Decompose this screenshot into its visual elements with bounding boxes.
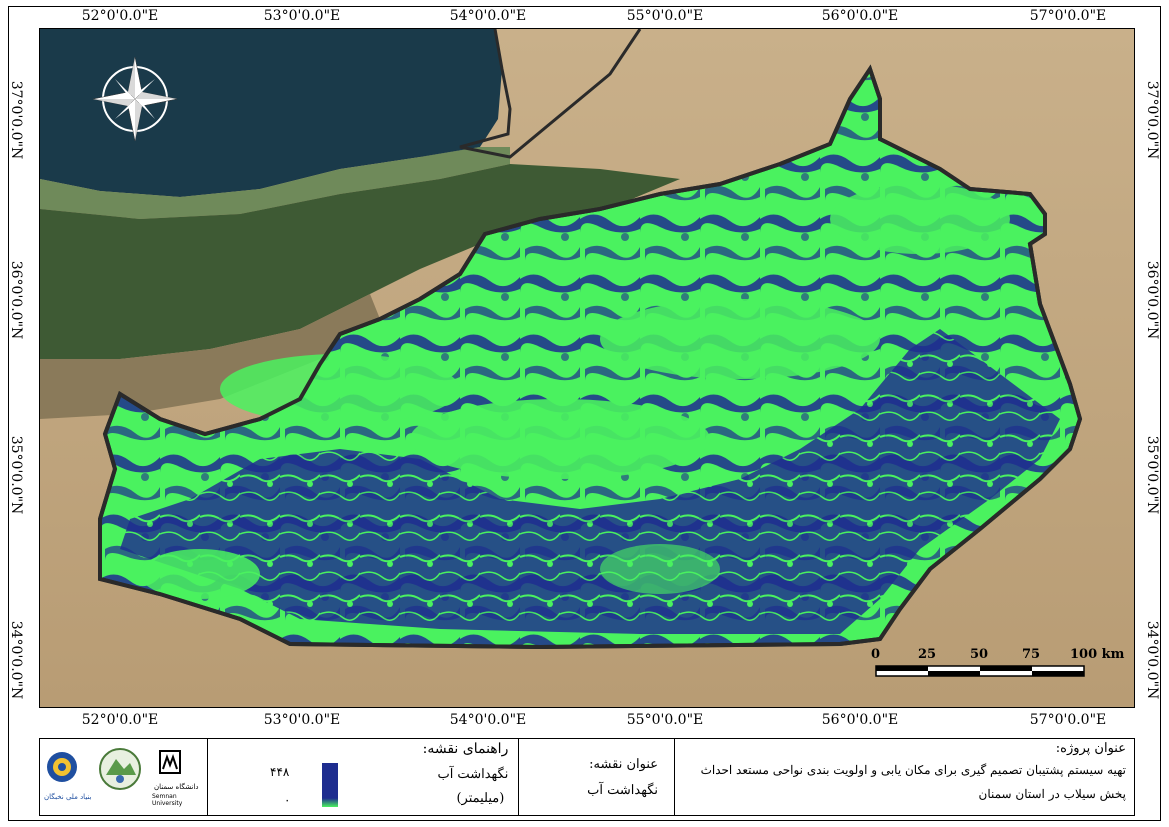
top-longitude-label: 53°0'0.0"E (263, 8, 341, 24)
map-title-value: نگهداشت آب (587, 783, 658, 798)
legend-panel: بنیاد ملی نخبگان دانشگاه سمنان Semnan Un… (39, 738, 1135, 816)
research-logo-icon (99, 748, 141, 790)
project-label: عنوان پروژه: (1055, 741, 1126, 756)
university-logo-icon (159, 750, 181, 774)
legend-color-ramp (322, 763, 338, 807)
logos-section: بنیاد ملی نخبگان دانشگاه سمنان Semnan Un… (40, 739, 208, 815)
top-longitude-label: 56°0'0.0"E (821, 8, 899, 24)
legend-section: راهنمای نقشه: نگهداشت آب (میلیمتر) ۴۴۸ ۰ (208, 739, 520, 815)
scale-label-0: 0 (871, 647, 881, 662)
legend-item-unit: (میلیمتر) (456, 791, 505, 806)
scale-label-50: 50 (970, 647, 989, 662)
map-canvas[interactable]: 0 25 50 75 100 km (39, 28, 1135, 708)
legend-item-label: نگهداشت آب (437, 767, 509, 782)
scale-bar (875, 665, 1085, 677)
legend-title: راهنمای نقشه: (422, 741, 509, 757)
project-line-1: تهیه سیستم پشتیبان تصمیم گیری برای مکان … (700, 763, 1126, 777)
bottom-longitude-label: 56°0'0.0"E (821, 712, 899, 728)
legend-max-value: ۴۴۸ (270, 765, 290, 779)
foundation-name: بنیاد ملی نخبگان (44, 793, 92, 801)
top-longitude-label: 57°0'0.0"E (1029, 8, 1107, 24)
map-title-section: عنوان نقشه: نگهداشت آب (519, 739, 675, 815)
foundation-logo-icon (47, 752, 77, 782)
left-latitude-label: 37°0'0.0"N (8, 80, 24, 160)
top-longitude-label: 52°0'0.0"E (81, 8, 159, 24)
scale-label-100: 100 km (1070, 647, 1125, 662)
project-line-2: پخش سیلاب در استان سمنان (978, 787, 1126, 801)
scale-label-25: 25 (918, 647, 937, 662)
legend-min-value: ۰ (284, 793, 291, 807)
right-latitude-label: 36°0'0.0"N (1144, 260, 1160, 340)
left-latitude-label: 36°0'0.0"N (8, 260, 24, 340)
map-svg (40, 29, 1134, 707)
right-latitude-label: 37°0'0.0"N (1144, 80, 1160, 160)
bottom-longitude-label: 54°0'0.0"E (449, 712, 527, 728)
top-longitude-label: 55°0'0.0"E (626, 8, 704, 24)
left-latitude-label: 35°0'0.0"N (8, 435, 24, 515)
university-name: دانشگاه سمنان (154, 783, 199, 791)
university-name-en: Semnan University (152, 793, 183, 807)
top-longitude-label: 54°0'0.0"E (449, 8, 527, 24)
right-latitude-label: 34°0'0.0"N (1144, 620, 1160, 700)
bottom-longitude-label: 55°0'0.0"E (626, 712, 704, 728)
scale-label-75: 75 (1022, 647, 1041, 662)
project-section: عنوان پروژه: تهیه سیستم پشتیبان تصمیم گی… (675, 739, 1134, 815)
bottom-longitude-label: 52°0'0.0"E (81, 712, 159, 728)
bottom-longitude-label: 57°0'0.0"E (1029, 712, 1107, 728)
bottom-longitude-label: 53°0'0.0"E (263, 712, 341, 728)
map-title-label: عنوان نقشه: (589, 757, 658, 772)
left-latitude-label: 34°0'0.0"N (8, 620, 24, 700)
right-latitude-label: 35°0'0.0"N (1144, 435, 1160, 515)
